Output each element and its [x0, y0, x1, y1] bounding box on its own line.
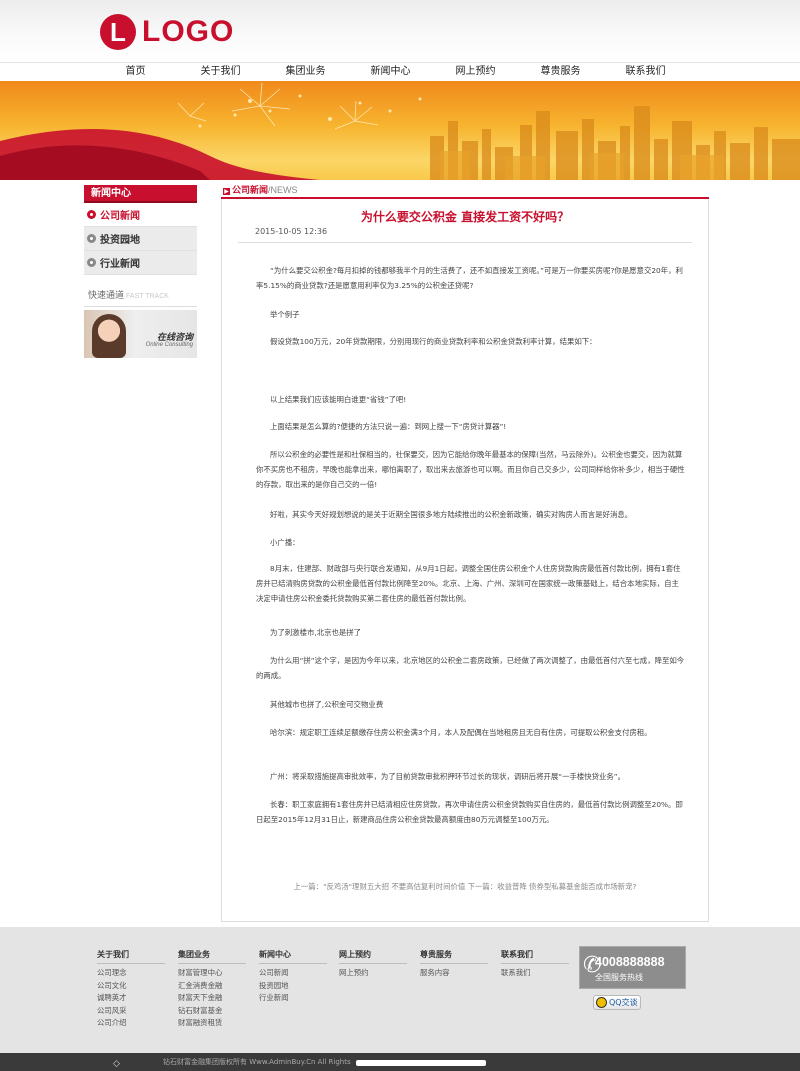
copyright-text: 钻石财富金融集团版权所有 Www.AdminBuy.Cn All Rights: [163, 1058, 351, 1066]
paragraph: 上面结果是怎么算的?便捷的方法只说一遍：到网上搜一下“房贷计算器”!: [270, 422, 507, 431]
diamond-icon: ◇: [113, 1059, 120, 1069]
nav-home[interactable]: 首页: [93, 63, 178, 81]
footer-link[interactable]: 行业新闻: [259, 992, 329, 1005]
footer-col-news: 新闻中心 公司新闻 投资园地 行业新闻: [259, 949, 329, 1005]
consultant-photo: [92, 314, 126, 358]
sidebar-item-label: 行业新闻: [100, 259, 140, 270]
footer-col-contact: 联系我们 联系我们: [501, 949, 571, 980]
footer-col-booking: 网上预约 网上预约: [339, 949, 409, 980]
footer-link[interactable]: 钻石财富基金: [178, 1005, 248, 1018]
fast-track-label: 快速通道: [88, 291, 125, 301]
nav-news[interactable]: 新闻中心: [348, 63, 433, 81]
sidebar-title: 新闻中心: [84, 185, 197, 203]
main-area: 新闻中心 公司新闻 投资园地 行业新闻 快速通道 FAST TRACK 在线咨询 …: [0, 180, 800, 927]
logo-text: LOGO: [142, 15, 235, 48]
article-panel: ▶ 公司新闻/NEWS 为什么要交公积金 直接发工资不好吗？ 2015-10-05…: [221, 180, 709, 922]
consult-sub: Online Consulting: [145, 342, 193, 348]
paragraph: 以上结果我们应该能明白谁更“省钱”了吧!: [270, 395, 407, 404]
qq-label: QQ交谈: [609, 998, 638, 1007]
footer-col-service: 尊贵服务 服务内容: [420, 949, 490, 980]
logo[interactable]: L LOGO: [100, 14, 234, 50]
footer-link[interactable]: 网上预约: [339, 967, 409, 980]
nav-contact[interactable]: 联系我们: [603, 63, 688, 81]
footer-link[interactable]: 诚聘英才: [97, 992, 167, 1005]
bullet-icon: [87, 210, 96, 219]
footer-col-title[interactable]: 联系我们: [501, 949, 569, 964]
hotline-label: 全国服务热线: [595, 973, 643, 982]
banner-image: [0, 81, 800, 180]
footer-col-title[interactable]: 集团业务: [178, 949, 246, 964]
nav-about[interactable]: 关于我们: [178, 63, 263, 81]
sidebar-item-label: 投资园地: [100, 235, 140, 246]
footer-link[interactable]: 公司风采: [97, 1005, 167, 1018]
fast-track-en: FAST TRACK: [126, 293, 169, 300]
sidebar-item-label: 公司新闻: [100, 211, 140, 222]
redaction-bar: [356, 1060, 486, 1066]
sidebar-item-company-news[interactable]: 公司新闻: [84, 203, 197, 227]
footer-link[interactable]: 汇金消费金融: [178, 980, 248, 993]
footer-col-title[interactable]: 尊贵服务: [420, 949, 488, 964]
footer-col-about: 关于我们 公司理念 公司文化 诚聘英才 公司风采 公司介绍: [97, 949, 167, 1030]
footer-link[interactable]: 公司理念: [97, 967, 167, 980]
header: L LOGO: [0, 0, 800, 62]
footer-link[interactable]: 投资园地: [259, 980, 329, 993]
sidebar-item-industry-news[interactable]: 行业新闻: [84, 251, 197, 275]
arrow-icon: ▶: [223, 188, 230, 195]
footer-link[interactable]: 公司新闻: [259, 967, 329, 980]
footer-col-business: 集团业务 财富管理中心 汇金消费金融 财富天下金融 钻石财富基金 财富融资租赁: [178, 949, 248, 1030]
paragraph: 其他城市也拼了,公积金可交物业费: [270, 700, 384, 709]
paragraph: 为什么用“拼”这个字，是因为今年以来，北京地区的公积金二套房政策，已经做了两次调…: [256, 656, 685, 680]
paragraph: 好啦，其实今天好规划想说的是关于近期全国很多地方陆续推出的公积金新政策，确实对购…: [270, 510, 633, 519]
qq-chat-button[interactable]: QQ交谈: [593, 995, 641, 1010]
footer-link[interactable]: 财富天下金融: [178, 992, 248, 1005]
bullet-icon: [87, 234, 96, 243]
footer-link[interactable]: 财富融资租赁: [178, 1017, 248, 1030]
footer-link[interactable]: 服务内容: [420, 967, 490, 980]
footer-col-title[interactable]: 关于我们: [97, 949, 165, 964]
paragraph: 哈尔滨：规定职工连续足额缴存住房公积金满3个月，本人及配偶在当地租房且无自有住房…: [270, 728, 652, 737]
footer-col-title[interactable]: 网上预约: [339, 949, 407, 964]
paragraph: 广州：将采取措施提高审批效率，为了目前贷款审批积押环节过长的现状，调研后将开展“…: [270, 772, 626, 781]
hotline-box: ✆ 4008888888 全国服务热线: [579, 946, 686, 989]
paragraph: 举个例子: [270, 310, 300, 319]
paragraph: 小广播：: [270, 538, 300, 547]
footer-link[interactable]: 公司文化: [97, 980, 167, 993]
logo-mark: L: [100, 14, 136, 50]
bullet-icon: [87, 258, 96, 267]
paragraph: 长春：职工家庭拥有1套住房并已结清相应住房贷款，再次申请住房公积金贷款购买自住房…: [256, 800, 683, 824]
article: 为什么要交公积金 直接发工资不好吗？ 2015-10-05 12:36 “为什么…: [221, 199, 709, 922]
footer: 关于我们 公司理念 公司文化 诚聘英才 公司风采 公司介绍 集团业务 财富管理中…: [0, 927, 800, 1053]
qq-icon: [596, 997, 607, 1008]
sidebar: 新闻中心 公司新闻 投资园地 行业新闻 快速通道 FAST TRACK 在线咨询 …: [84, 185, 197, 358]
paragraph: 8月末，住建部、财政部与央行联合发通知，从9月1日起，调整全国住房公积金个人住房…: [256, 564, 681, 603]
copyright-bar: ◇ 钻石财富金融集团版权所有 Www.AdminBuy.Cn All Right…: [0, 1053, 800, 1071]
footer-link[interactable]: 公司介绍: [97, 1017, 167, 1030]
footer-link[interactable]: 联系我们: [501, 967, 571, 980]
paragraph: 假设贷款100万元，20年贷款期限，分别用现行的商业贷款利率和公积金贷款利率计算…: [270, 337, 597, 346]
category-en: /NEWS: [268, 185, 298, 195]
article-title: 为什么要交公积金 直接发工资不好吗？: [360, 210, 570, 224]
footer-link[interactable]: 财富管理中心: [178, 967, 248, 980]
nav-booking[interactable]: 网上预约: [433, 63, 518, 81]
nav-service[interactable]: 尊贵服务: [518, 63, 603, 81]
article-date: 2015-10-05 12:36: [238, 227, 692, 243]
footer-col-title[interactable]: 新闻中心: [259, 949, 327, 964]
paragraph: 为了刺激楼市,北京也是拼了: [270, 628, 362, 637]
online-consult-banner[interactable]: 在线咨询 Online Consulting: [84, 310, 197, 358]
paragraph: 所以公积金的必要性是和社保相当的，社保要交，因为它能给你晚年最基本的保障(当然，…: [256, 450, 685, 489]
main-nav: 首页 关于我们 集团业务 新闻中心 网上预约 尊贵服务 联系我们: [0, 62, 800, 81]
nav-business[interactable]: 集团业务: [263, 63, 348, 81]
paragraph: “为什么要交公积金?每月扣掉的钱都够我半个月的生活费了，还不如直接发工资呢。”可…: [256, 266, 683, 290]
breadcrumb: ▶ 公司新闻/NEWS: [221, 183, 709, 199]
hotline-number: 4008888888: [595, 955, 665, 969]
fast-track-heading: 快速通道 FAST TRACK: [84, 285, 197, 307]
article-pager[interactable]: 上一篇："反鸡汤"理财五大招 不要高估复利时间价值 下一篇：收益普降 债券型私募…: [222, 881, 708, 892]
category-label[interactable]: 公司新闻: [232, 186, 268, 196]
sidebar-item-investment[interactable]: 投资园地: [84, 227, 197, 251]
